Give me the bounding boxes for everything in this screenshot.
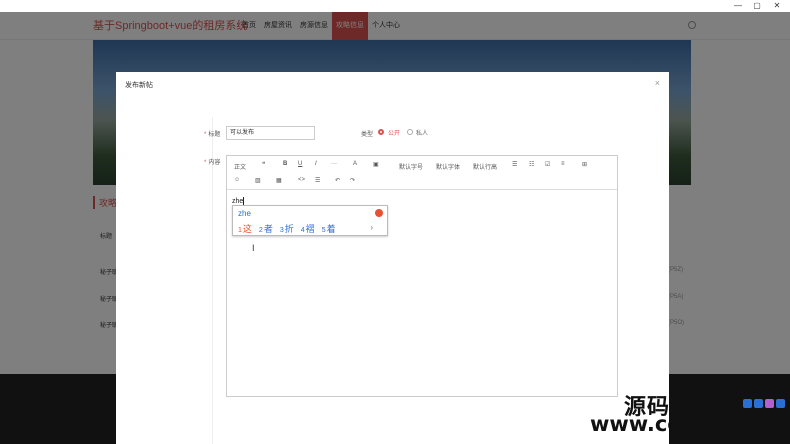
align-icon[interactable]: ≡: [561, 161, 565, 167]
editor-content-area[interactable]: zhe zhe 1这 2者 3折 4褶 5着 ›: [227, 190, 617, 396]
ime-logo-icon: [375, 209, 383, 217]
ime-candidate[interactable]: 3折: [280, 222, 294, 235]
type-public-radio[interactable]: [378, 129, 384, 135]
app-window: — ▢ ✕ 基于Springboot+vue的租房系统 首页 房屋资讯 房源信息…: [0, 0, 790, 444]
watermark-url: www.codehy.com: [590, 412, 790, 436]
ime-candidate[interactable]: 5着: [322, 222, 336, 235]
ime-tray: [743, 399, 785, 408]
ime-skin-icon[interactable]: [765, 399, 774, 408]
text-caret: [243, 197, 245, 205]
ime-mic-icon[interactable]: [743, 399, 752, 408]
table-icon[interactable]: ▦: [276, 177, 282, 184]
underline-icon[interactable]: U: [298, 161, 302, 167]
undo-icon[interactable]: ↶: [335, 177, 340, 184]
ime-candidate[interactable]: 4褶: [301, 222, 315, 235]
maximize-button[interactable]: ▢: [746, 0, 768, 12]
ibeam-cursor-icon: I: [252, 243, 255, 253]
more-icon[interactable]: ···: [331, 161, 337, 167]
close-window-button[interactable]: ✕: [766, 0, 788, 12]
editor-toolbar: 正文 ❝ B U I ··· A ▣ 默认字号 默认字体 默认行高 ☰ ☷ ☑ …: [227, 156, 617, 190]
font-size-dropdown[interactable]: 默认字号: [399, 162, 423, 171]
italic-icon[interactable]: I: [315, 161, 317, 167]
redo-icon[interactable]: ↷: [350, 177, 355, 184]
title-input[interactable]: 可以发布: [226, 126, 315, 140]
content-label: * 内容: [204, 160, 221, 166]
ime-candidates: 1这 2者 3折 4褶 5着: [238, 222, 336, 235]
bullet-list-icon[interactable]: ☰: [512, 161, 517, 168]
ime-menu-icon[interactable]: [776, 399, 785, 408]
title-label: * 标题: [204, 132, 221, 138]
type-private-radio[interactable]: [407, 129, 413, 135]
ime-candidate-popup: zhe 1这 2者 3折 4褶 5着 ›: [232, 205, 388, 236]
font-color-icon[interactable]: A: [353, 161, 357, 167]
blockquote-icon[interactable]: ❝: [262, 161, 265, 168]
ime-pinyin: zhe: [238, 209, 251, 218]
ime-candidate[interactable]: 1这: [238, 222, 252, 235]
type-public-label[interactable]: 公开: [388, 128, 400, 137]
numbered-list-icon[interactable]: ☷: [529, 161, 534, 168]
paragraph-style-dropdown[interactable]: 正文: [234, 162, 246, 171]
bold-icon[interactable]: B: [283, 161, 287, 167]
type-private-label[interactable]: 私人: [416, 128, 428, 137]
image-icon[interactable]: ▨: [255, 177, 261, 184]
window-caption: — ▢ ✕: [0, 0, 790, 12]
dialog-title: 发布新帖: [125, 82, 153, 89]
background-color-icon[interactable]: ▣: [373, 161, 379, 168]
ime-next-page-icon[interactable]: ›: [370, 223, 373, 232]
code-icon[interactable]: <>: [298, 177, 305, 183]
ime-keyboard-icon[interactable]: [754, 399, 763, 408]
line-height-dropdown[interactable]: 默认行高: [473, 162, 497, 171]
ime-candidate[interactable]: 2者: [259, 222, 273, 235]
font-family-dropdown[interactable]: 默认字体: [436, 162, 460, 171]
indent-icon[interactable]: ⊞: [582, 161, 587, 168]
emoji-icon[interactable]: ☺: [234, 177, 240, 183]
type-label: 类型: [361, 132, 374, 138]
rich-text-editor: 正文 ❝ B U I ··· A ▣ 默认字号 默认字体 默认行高 ☰ ☷ ☑ …: [226, 155, 618, 397]
typed-text: zhe: [232, 197, 245, 205]
todo-icon[interactable]: ☑: [545, 161, 550, 168]
divider-icon[interactable]: ☰: [315, 177, 320, 184]
dialog-close-button[interactable]: ×: [655, 78, 660, 88]
